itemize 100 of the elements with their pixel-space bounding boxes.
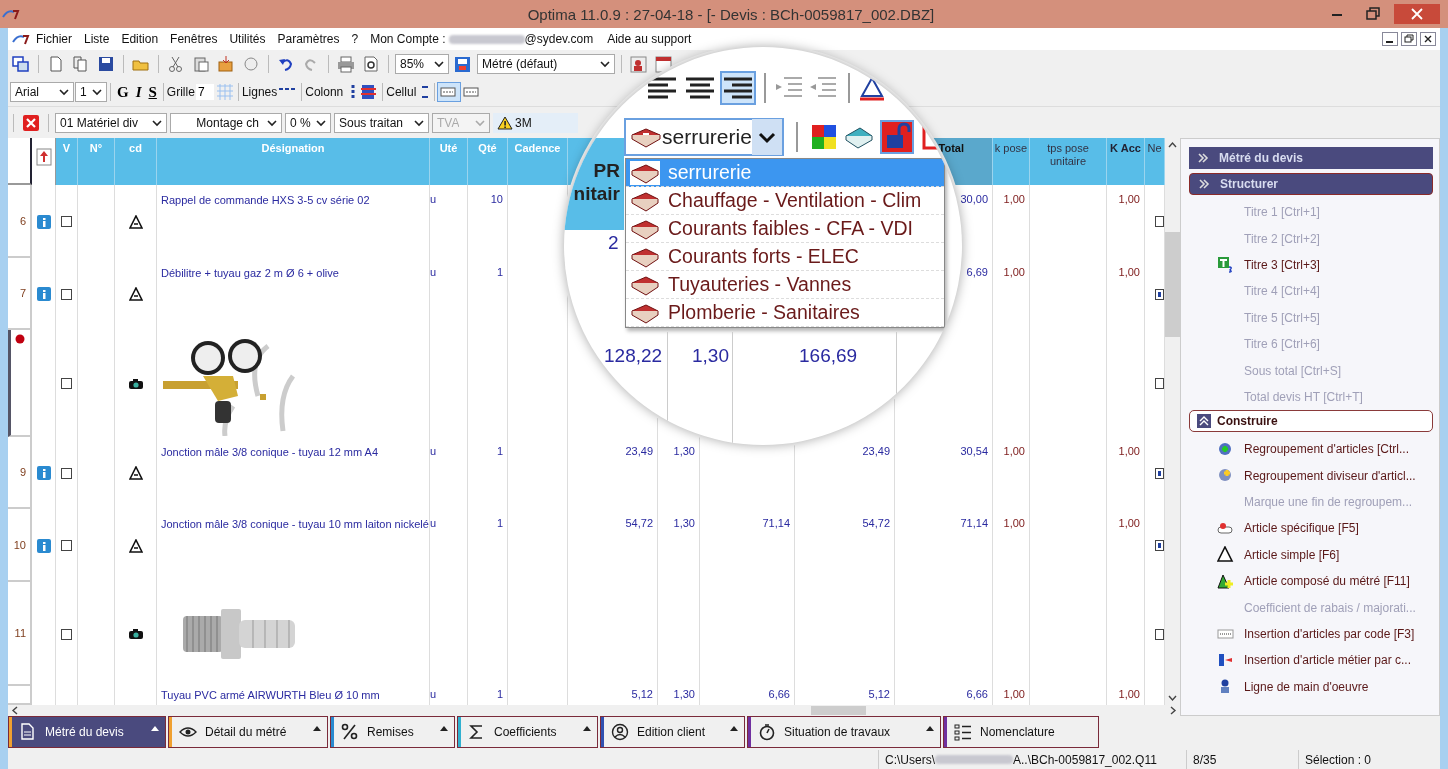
- k-acc-cell: 1,00: [1118, 517, 1140, 529]
- minimize-icon[interactable]: [1382, 32, 1398, 46]
- row-header[interactable]: 7: [8, 258, 32, 330]
- filter-dropdown[interactable]: 01 Matériel div: [55, 112, 167, 133]
- unit-cell: u: [430, 193, 437, 205]
- calendar-icon[interactable]: [653, 54, 675, 74]
- panel-menu-item[interactable]: Insertion d'articles par code [F3]: [1189, 620, 1433, 648]
- dropdown-option[interactable]: Courants forts - ELEC: [626, 243, 944, 271]
- lines-label: Lignes: [241, 85, 278, 99]
- view-dropdown[interactable]: Métré (défaut): [477, 54, 615, 74]
- checkbox[interactable]: [61, 628, 72, 640]
- filter-dropdown[interactable]: 0 %: [285, 112, 331, 133]
- row-header[interactable]: 6: [8, 185, 32, 258]
- font-dropdown[interactable]: Arial: [10, 82, 74, 102]
- column-header: K Acc: [1110, 142, 1141, 156]
- panel-menu-item[interactable]: Regroupement diviseur d'articl...: [1189, 462, 1433, 489]
- dropdown-option[interactable]: Tuyauteries - Vannes: [626, 271, 944, 299]
- checkbox[interactable]: [61, 288, 72, 300]
- k-acc-cell: 1,00: [1118, 688, 1140, 700]
- print-icon[interactable]: [335, 54, 357, 74]
- panel-menu-item[interactable]: Article composé du métré [F11]: [1189, 568, 1433, 595]
- view-tab[interactable]: Coefficients: [457, 716, 598, 748]
- dropdown-option[interactable]: Courants faibles - CFA - VDI: [626, 215, 944, 243]
- section-header[interactable]: Construire: [1189, 410, 1433, 433]
- grid-size-field[interactable]: 7: [195, 84, 214, 100]
- table-cell: 1,30: [692, 345, 729, 367]
- category-dropdown[interactable]: serrurerie: [624, 118, 784, 156]
- font-size-dropdown[interactable]: 1: [75, 82, 107, 102]
- checkbox[interactable]: [1155, 288, 1164, 300]
- page-counter: 8/35: [1186, 750, 1298, 769]
- row-header[interactable]: 9: [8, 437, 32, 509]
- lock-icon[interactable]: [880, 120, 914, 154]
- menu-item[interactable]: Fichier: [30, 32, 78, 46]
- view-tab[interactable]: Edition client: [600, 716, 745, 748]
- view-tab[interactable]: Détail du métré: [168, 716, 328, 748]
- panel-menu-item[interactable]: Ligne de main d'oeuvre: [1189, 673, 1433, 701]
- view-tab[interactable]: Situation de travaux: [747, 716, 941, 748]
- section-header[interactable]: Métré du devis: [1189, 147, 1433, 169]
- quantity-cell: 10: [490, 193, 503, 205]
- panel-menu-item[interactable]: Article spécifique [F5]: [1189, 515, 1433, 542]
- checkbox[interactable]: [61, 540, 72, 551]
- columns-label: Colonn: [305, 85, 344, 99]
- k-pose-cell: 1,00: [1003, 445, 1025, 457]
- filter-dropdown[interactable]: Sous traitan: [334, 112, 429, 133]
- letter-a-icon: [128, 538, 143, 553]
- dropdown-option[interactable]: Plomberie - Sanitaires: [626, 299, 944, 327]
- letter-a-icon: [128, 466, 143, 480]
- row-header[interactable]: 10: [8, 509, 32, 582]
- checkbox[interactable]: [61, 216, 72, 227]
- checkbox[interactable]: [1155, 628, 1164, 640]
- title-level-icon: [1217, 256, 1234, 274]
- checkbox[interactable]: [1155, 378, 1164, 389]
- book-icon: [630, 125, 662, 149]
- checkbox[interactable]: [1155, 216, 1164, 227]
- book-icon: [630, 160, 660, 185]
- dropdown-option[interactable]: Chauffage - Ventilation - Clim: [626, 187, 944, 215]
- menu-item[interactable]: Utilités: [223, 32, 272, 46]
- panel-menu-item[interactable]: Regroupement d'articles [Ctrl...: [1189, 436, 1433, 463]
- windows-icon[interactable]: [10, 54, 32, 74]
- checkbox[interactable]: [61, 378, 72, 389]
- align-right-icon[interactable]: [720, 71, 756, 105]
- filter-dropdown[interactable]: Montage ch: [170, 112, 282, 133]
- checkbox[interactable]: [1155, 540, 1164, 551]
- section-header[interactable]: Structurer: [1189, 173, 1433, 195]
- panel-menu-item[interactable]: Article simple [F6]: [1189, 541, 1433, 569]
- panel-menu-item[interactable]: Titre 3 [Ctrl+3]: [1189, 251, 1433, 279]
- menu-item[interactable]: Edition: [115, 32, 165, 46]
- table-cell: 23,49: [625, 445, 653, 457]
- view-tab[interactable]: Nomenclature: [943, 716, 1099, 748]
- warning-field[interactable]: 3M: [493, 112, 578, 133]
- view-tab[interactable]: Métré du devis: [8, 716, 166, 748]
- row-header[interactable]: [8, 330, 32, 437]
- app-logo-icon: [12, 32, 30, 46]
- table-cell: 1,30: [673, 445, 695, 457]
- text-style-button[interactable]: G: [114, 83, 132, 101]
- camera-icon: [127, 377, 144, 390]
- zoom-dropdown[interactable]: 85%: [395, 54, 449, 74]
- puzzle-icon[interactable]: [810, 123, 838, 151]
- view-tab[interactable]: Remises: [330, 716, 455, 748]
- scrollbar-thumb[interactable]: [811, 706, 866, 715]
- person-card-icon[interactable]: [628, 54, 650, 74]
- item-description: Rappel de commande HXS 3-5 cv série 02: [161, 193, 371, 208]
- row-header[interactable]: 11: [8, 582, 32, 686]
- table-cell: 1,30: [673, 517, 695, 529]
- checkbox[interactable]: [1155, 467, 1164, 479]
- checkbox[interactable]: [61, 467, 72, 479]
- text-style-button[interactable]: I: [132, 83, 145, 101]
- flag-icon: [35, 148, 52, 166]
- scrollbar-thumb[interactable]: [1165, 232, 1180, 337]
- close-icon[interactable]: [1420, 32, 1436, 46]
- menu-item[interactable]: Paramètres: [271, 32, 346, 46]
- text-style-button[interactable]: S: [145, 83, 160, 101]
- menu-item[interactable]: Aide au support: [601, 32, 698, 46]
- panel-menu-item[interactable]: Insertion d'article métier par c...: [1189, 647, 1433, 674]
- menu-item[interactable]: ?: [345, 32, 365, 46]
- restore-icon[interactable]: [1401, 32, 1417, 46]
- menu-item[interactable]: Fenêtres: [164, 32, 224, 46]
- column-header: Ne: [1147, 142, 1162, 156]
- k-acc-cell: 1,00: [1118, 266, 1140, 278]
- menu-item[interactable]: Liste: [78, 32, 116, 46]
